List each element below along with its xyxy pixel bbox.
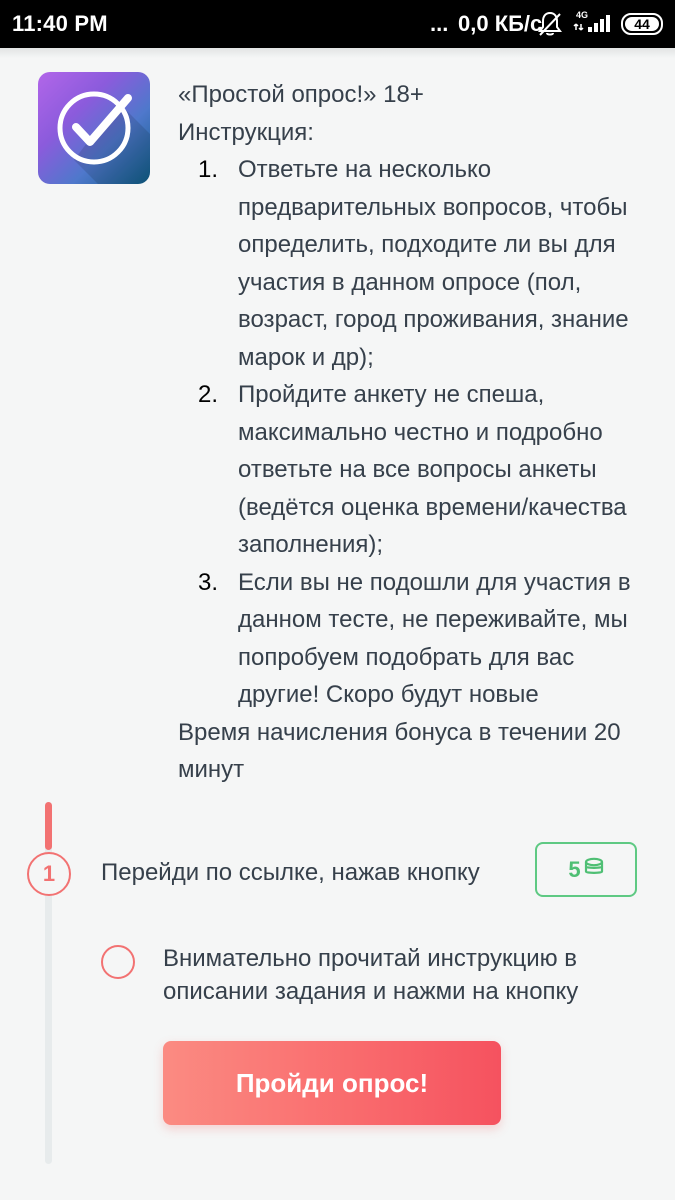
subtask-checkbox[interactable] [101, 945, 135, 979]
instruction-item: 1. Ответьте на несколько предварительных… [178, 151, 648, 376]
network-speed: 0,0 КБ/с [458, 11, 543, 36]
take-survey-button[interactable]: Пройди опрос! [163, 1041, 501, 1125]
battery-level: 44 [634, 16, 650, 32]
battery-icon: 44 [621, 13, 663, 35]
subtask-text: Внимательно прочитай инструкцию в описан… [163, 945, 579, 1005]
instruction-number: 2. [198, 381, 219, 408]
reward-badge: 5 [535, 842, 637, 897]
instruction-text: Пройдите анкету не спеша, максимально че… [238, 381, 627, 558]
task-description: «Простой опрос!» 18+ Инструкция: 1. Отве… [178, 76, 648, 789]
status-time: 11:40 PM [12, 11, 108, 36]
bell-off-icon [537, 10, 563, 38]
task-step-label: Перейди по ссылке, нажав кнопку [101, 859, 480, 886]
step-number-badge: 1 [27, 852, 71, 896]
coins-icon [584, 857, 604, 883]
instruction-number: 1. [198, 156, 219, 183]
instructions-heading: Инструкция: [178, 118, 314, 146]
bonus-time-note: Время начисления бонуса в течении 20 мин… [178, 718, 621, 784]
header-shadow [0, 48, 675, 58]
instruction-text: Если вы не подошли для участия в данном … [238, 568, 631, 709]
status-bar: 11:40 PM ... 0,0 КБ/с 4G 44 [0, 0, 675, 48]
instruction-item: 3. Если вы не подошли для участия в данн… [178, 564, 648, 714]
instruction-number: 3. [198, 568, 219, 596]
checkmark-circle-icon [38, 72, 150, 184]
progress-track-active [45, 802, 52, 850]
signal-icon: 4G [572, 10, 614, 36]
instruction-item: 2. Пройдите анкету не спеша, максимально… [178, 376, 648, 564]
reward-amount: 5 [568, 856, 581, 882]
instruction-text: Ответьте на несколько предварительных во… [238, 156, 629, 371]
status-dots: ... [430, 11, 449, 36]
survey-title: «Простой опрос!» 18+ [178, 81, 424, 108]
instruction-list: 1. Ответьте на несколько предварительных… [178, 151, 648, 714]
